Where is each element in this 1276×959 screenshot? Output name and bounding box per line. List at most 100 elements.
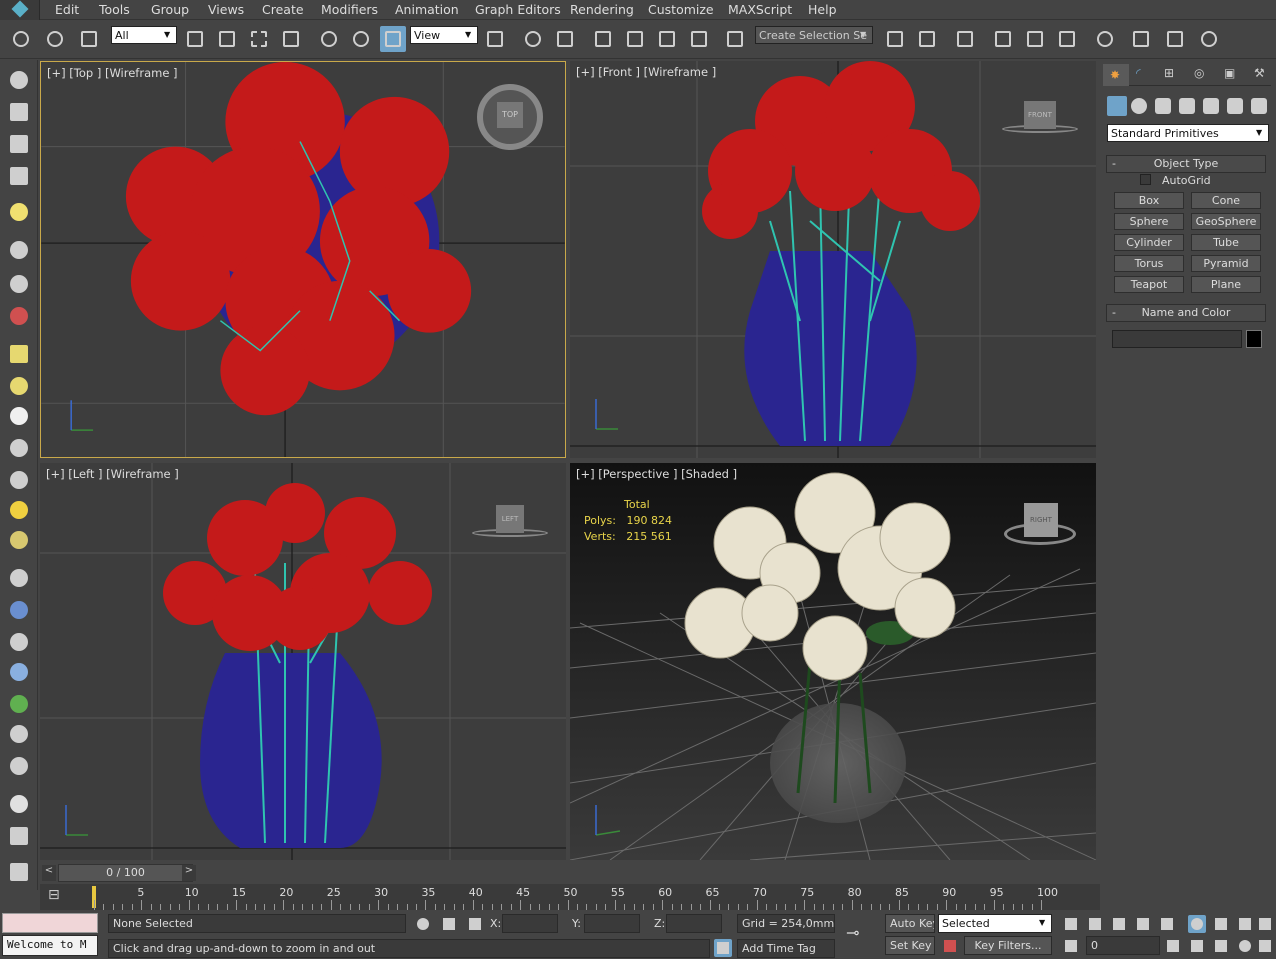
motion-tab-icon[interactable]: ◎ (1189, 66, 1211, 84)
sun-icon[interactable] (7, 498, 31, 522)
goto-start-icon[interactable] (1062, 915, 1080, 933)
cameras-icon[interactable] (1179, 98, 1195, 114)
zoom-all-icon[interactable] (1212, 915, 1230, 933)
window-crossing-icon[interactable] (278, 26, 304, 52)
goto-end-icon[interactable] (1158, 915, 1176, 933)
time-slider-thumb[interactable]: 0 / 100 (58, 864, 193, 882)
viewcube-top[interactable]: TOP (477, 84, 543, 150)
viewport-left-label[interactable]: [+] [Left ] [Wireframe ] (46, 467, 179, 481)
plane-icon[interactable] (7, 342, 31, 366)
menu-graph-editors[interactable]: Graph Editors (475, 2, 561, 17)
molecule-icon[interactable] (7, 598, 31, 622)
graphite-modeling-icon[interactable] (990, 26, 1016, 52)
maxscript-mini-listener[interactable]: Welcome to M (2, 935, 98, 956)
auto-key-button[interactable]: Auto Key (885, 914, 935, 933)
render-production-icon[interactable] (1196, 26, 1222, 52)
material-library-icon[interactable] (7, 824, 31, 848)
mirror-icon[interactable] (882, 26, 908, 52)
cone-button[interactable]: Cone (1191, 192, 1261, 209)
link-icon[interactable] (8, 26, 34, 52)
menu-edit[interactable]: Edit (55, 2, 79, 17)
select-object-icon[interactable] (182, 26, 208, 52)
sphere-button[interactable]: Sphere (1114, 213, 1184, 230)
time-configuration-icon[interactable] (1164, 937, 1182, 955)
pan-view-icon[interactable] (1212, 937, 1230, 955)
absolute-mode-icon[interactable] (466, 915, 484, 933)
list-icon[interactable] (7, 132, 31, 156)
cylinder-button[interactable]: Cylinder (1114, 234, 1184, 251)
maximize-viewport-icon[interactable] (1256, 937, 1274, 955)
zoom-extents-icon[interactable] (1236, 915, 1254, 933)
helpers-icon[interactable] (1203, 98, 1219, 114)
hierarchy-tab-icon[interactable]: ⊞ (1159, 66, 1181, 84)
light-bulb-icon[interactable] (7, 200, 31, 224)
hemisphere-icon[interactable] (7, 374, 31, 398)
display-tab-icon[interactable]: ▣ (1219, 66, 1241, 84)
geosphere-button[interactable]: GeoSphere (1191, 213, 1261, 230)
object-type-rollout[interactable]: - Object Type (1106, 155, 1266, 173)
add-time-tag-button[interactable]: Add Time Tag (737, 939, 835, 958)
sound-icon[interactable] (7, 272, 31, 296)
teapot-wire-icon[interactable] (7, 436, 31, 460)
viewport-front-label[interactable]: [+] [Front ] [Wireframe ] (576, 65, 716, 79)
key-selection-dropdown[interactable]: Selected ▼ (938, 914, 1052, 933)
render-setup-icon[interactable] (1128, 26, 1154, 52)
category-dropdown[interactable]: Standard Primitives ▼ (1107, 124, 1269, 142)
autogrid-checkbox[interactable] (1140, 174, 1151, 185)
sphere-material-icon[interactable] (7, 792, 31, 816)
menu-help[interactable]: Help (808, 2, 837, 17)
gear-icon[interactable] (7, 660, 31, 684)
torus-button[interactable]: Torus (1114, 255, 1184, 272)
track-bar[interactable]: ⊟ 5 10 15 20 25 30 35 40 45 50 55 60 65 70 75 80 85 90 95 1… (40, 884, 1100, 910)
scale-icon[interactable] (380, 26, 406, 52)
image-icon[interactable] (7, 100, 31, 124)
teapot-button[interactable]: Teapot (1114, 276, 1184, 293)
time-next-arrow-icon[interactable]: > (182, 865, 196, 881)
play-icon[interactable] (1110, 915, 1128, 933)
zoom-extents-all-icon[interactable] (1256, 915, 1274, 933)
plant-icon[interactable] (7, 692, 31, 716)
viewcube-face[interactable]: FRONT (1024, 101, 1056, 129)
set-key-mode-icon[interactable]: ⊸ (846, 923, 876, 947)
viewport-front[interactable]: [+] [Front ] [Wireframe ] FRONT (570, 61, 1096, 458)
set-key-button[interactable]: Set Key (885, 936, 935, 955)
keyboard-shortcut-override-icon[interactable] (552, 26, 578, 52)
viewport-left[interactable]: [+] [Left ] [Wireframe ] LEFT (40, 463, 566, 860)
viewcube-left[interactable]: LEFT (472, 503, 548, 539)
table-icon[interactable] (7, 164, 31, 188)
y-coordinate-input[interactable] (584, 914, 640, 933)
menu-modifiers[interactable]: Modifiers (321, 2, 378, 17)
menu-animation[interactable]: Animation (395, 2, 459, 17)
tube-button[interactable]: Tube (1191, 234, 1261, 251)
app-logo-icon[interactable] (0, 0, 40, 20)
current-frame-input[interactable]: 0 (1086, 936, 1160, 955)
curve-editor-icon[interactable] (1022, 26, 1048, 52)
viewcube-perspective[interactable]: RIGHT (1002, 499, 1078, 549)
selection-lock-icon[interactable] (440, 915, 458, 933)
field-of-view-icon[interactable] (1188, 937, 1206, 955)
plane-button[interactable]: Plane (1191, 276, 1261, 293)
camera-icon[interactable] (7, 238, 31, 262)
cone-icon[interactable] (7, 468, 31, 492)
move-icon[interactable] (316, 26, 342, 52)
object-name-input[interactable] (1112, 330, 1242, 348)
script-icon[interactable] (7, 860, 31, 884)
time-slider[interactable]: < 0 / 100 > (40, 863, 1095, 883)
align-icon[interactable] (914, 26, 940, 52)
orbit-icon[interactable] (1236, 937, 1254, 955)
bind-space-warp-icon[interactable] (76, 26, 102, 52)
lights-icon[interactable] (1155, 98, 1171, 114)
time-prev-arrow-icon[interactable]: < (42, 865, 56, 881)
shapes-icon[interactable] (1131, 98, 1147, 114)
menu-views[interactable]: Views (208, 2, 244, 17)
schematic-view-icon[interactable] (1054, 26, 1080, 52)
menu-create[interactable]: Create (262, 2, 304, 17)
select-by-name-icon[interactable] (214, 26, 240, 52)
previous-frame-icon[interactable] (1086, 915, 1104, 933)
box-button[interactable]: Box (1114, 192, 1184, 209)
geometry-icon[interactable] (1107, 96, 1127, 116)
key-filters-button[interactable]: Key Filters... (964, 936, 1052, 955)
film-camera-icon[interactable] (7, 304, 31, 328)
material-editor-icon[interactable] (1092, 26, 1118, 52)
snaps-toggle-icon[interactable] (590, 26, 616, 52)
